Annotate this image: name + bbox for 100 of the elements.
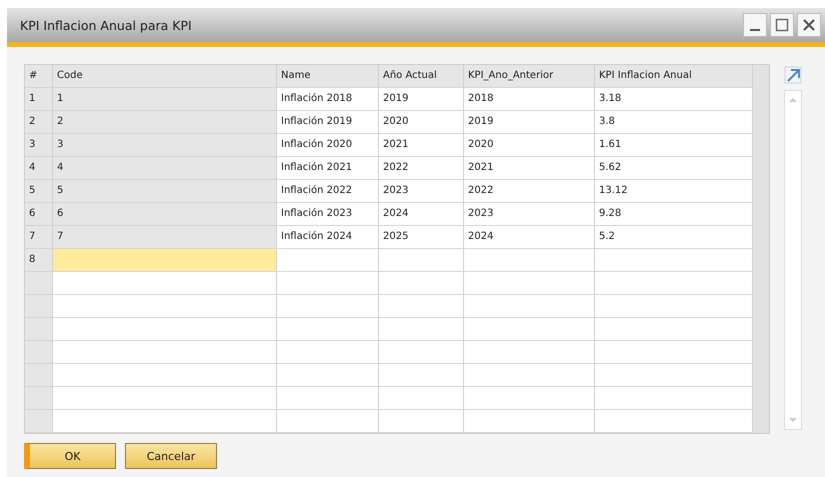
column-header[interactable]: # <box>25 65 53 88</box>
close-button[interactable] <box>797 13 821 37</box>
row-number: 7 <box>25 226 53 249</box>
table-cell[interactable] <box>595 364 753 387</box>
table-cell[interactable] <box>53 318 277 341</box>
table-cell[interactable] <box>277 387 379 410</box>
table-cell[interactable]: 4 <box>53 157 277 180</box>
table-cell[interactable] <box>464 272 595 295</box>
table-cell[interactable] <box>464 387 595 410</box>
table-cell[interactable]: Inflación 2021 <box>277 157 379 180</box>
table-cell[interactable] <box>379 249 464 272</box>
table-cell[interactable] <box>595 249 753 272</box>
table-cell[interactable] <box>595 410 753 433</box>
column-header[interactable]: Año Actual <box>379 65 464 88</box>
column-header[interactable]: Code <box>53 65 277 88</box>
table-cell[interactable] <box>277 410 379 433</box>
table-cell[interactable] <box>464 364 595 387</box>
table-cell[interactable]: 9.28 <box>595 203 753 226</box>
minimize-button[interactable] <box>743 13 767 37</box>
table-cell[interactable]: 7 <box>53 226 277 249</box>
table-cell[interactable]: 2024 <box>379 203 464 226</box>
close-icon <box>802 18 816 32</box>
table-cell[interactable] <box>277 318 379 341</box>
table-cell[interactable] <box>595 295 753 318</box>
row-number: 8 <box>25 249 53 272</box>
table-cell[interactable]: 2020 <box>379 111 464 134</box>
row-number: 2 <box>25 111 53 134</box>
table-cell[interactable]: 2024 <box>464 226 595 249</box>
table-cell[interactable] <box>595 318 753 341</box>
table-cell[interactable]: 2018 <box>464 88 595 111</box>
table-cell[interactable] <box>379 318 464 341</box>
table-cell[interactable] <box>595 341 753 364</box>
table-cell[interactable]: 3.8 <box>595 111 753 134</box>
table-cell[interactable] <box>379 387 464 410</box>
table-cell[interactable]: 2022 <box>379 157 464 180</box>
table-cell[interactable] <box>277 295 379 318</box>
column-header[interactable]: KPI_Ano_Anterior <box>464 65 595 88</box>
table-cell[interactable] <box>277 272 379 295</box>
table-cell[interactable]: 2023 <box>379 180 464 203</box>
scroll-bar[interactable] <box>784 90 802 430</box>
table-cell[interactable]: 1.61 <box>595 134 753 157</box>
table-cell[interactable] <box>464 249 595 272</box>
table-cell[interactable] <box>53 249 277 272</box>
table-cell[interactable] <box>53 295 277 318</box>
row-number: 3 <box>25 134 53 157</box>
table-cell[interactable]: 2021 <box>464 157 595 180</box>
table-cell[interactable] <box>53 341 277 364</box>
table-cell[interactable]: 2023 <box>464 203 595 226</box>
table-cell[interactable] <box>379 272 464 295</box>
table-cell[interactable] <box>277 364 379 387</box>
table-cell[interactable]: 2019 <box>379 88 464 111</box>
table-cell[interactable]: 2020 <box>464 134 595 157</box>
row-number: 6 <box>25 203 53 226</box>
table-cell[interactable] <box>277 341 379 364</box>
table-cell[interactable]: 3.18 <box>595 88 753 111</box>
table-cell[interactable] <box>379 364 464 387</box>
table-cell[interactable] <box>379 295 464 318</box>
table-cell[interactable]: Inflación 2023 <box>277 203 379 226</box>
row-number: 4 <box>25 157 53 180</box>
table-cell[interactable]: Inflación 2019 <box>277 111 379 134</box>
row-number: 5 <box>25 180 53 203</box>
table-cell[interactable]: 5 <box>53 180 277 203</box>
table-cell[interactable]: Inflación 2022 <box>277 180 379 203</box>
table-cell[interactable] <box>379 410 464 433</box>
dialog-button[interactable]: Cancelar <box>125 443 217 469</box>
table-cell[interactable] <box>464 341 595 364</box>
column-header[interactable]: KPI Inflacion Anual <box>595 65 753 88</box>
table-cell[interactable] <box>277 249 379 272</box>
table-cell[interactable] <box>464 295 595 318</box>
table-cell[interactable]: 5.62 <box>595 157 753 180</box>
table-cell[interactable]: 3 <box>53 134 277 157</box>
minimize-icon <box>750 29 760 31</box>
table-cell[interactable]: 13.12 <box>595 180 753 203</box>
table-cell[interactable] <box>595 272 753 295</box>
table-cell[interactable]: 2022 <box>464 180 595 203</box>
row-number: 1 <box>25 88 53 111</box>
maximize-button[interactable] <box>770 13 794 37</box>
table-cell[interactable] <box>53 272 277 295</box>
table-cell[interactable]: Inflación 2024 <box>277 226 379 249</box>
table-cell[interactable] <box>53 387 277 410</box>
table-cell[interactable] <box>53 364 277 387</box>
table-cell[interactable] <box>379 341 464 364</box>
table-cell[interactable] <box>464 410 595 433</box>
table-cell[interactable] <box>53 410 277 433</box>
table-cell[interactable]: 2021 <box>379 134 464 157</box>
window-title: KPI Inflacion Anual para KPI <box>20 18 192 32</box>
table-cell[interactable]: 2019 <box>464 111 595 134</box>
table-cell[interactable] <box>595 387 753 410</box>
table-cell[interactable]: Inflación 2018 <box>277 88 379 111</box>
table-cell[interactable]: 2025 <box>379 226 464 249</box>
column-header[interactable]: Name <box>277 65 379 88</box>
table-cell[interactable]: 1 <box>53 88 277 111</box>
maximize-icon <box>775 18 789 32</box>
table-cell[interactable]: Inflación 2020 <box>277 134 379 157</box>
table-cell[interactable] <box>464 318 595 341</box>
table-cell[interactable]: 2 <box>53 111 277 134</box>
dialog-button[interactable]: OK <box>24 443 116 469</box>
expand-icon[interactable] <box>784 66 802 84</box>
table-cell[interactable]: 5.2 <box>595 226 753 249</box>
table-cell[interactable]: 6 <box>53 203 277 226</box>
